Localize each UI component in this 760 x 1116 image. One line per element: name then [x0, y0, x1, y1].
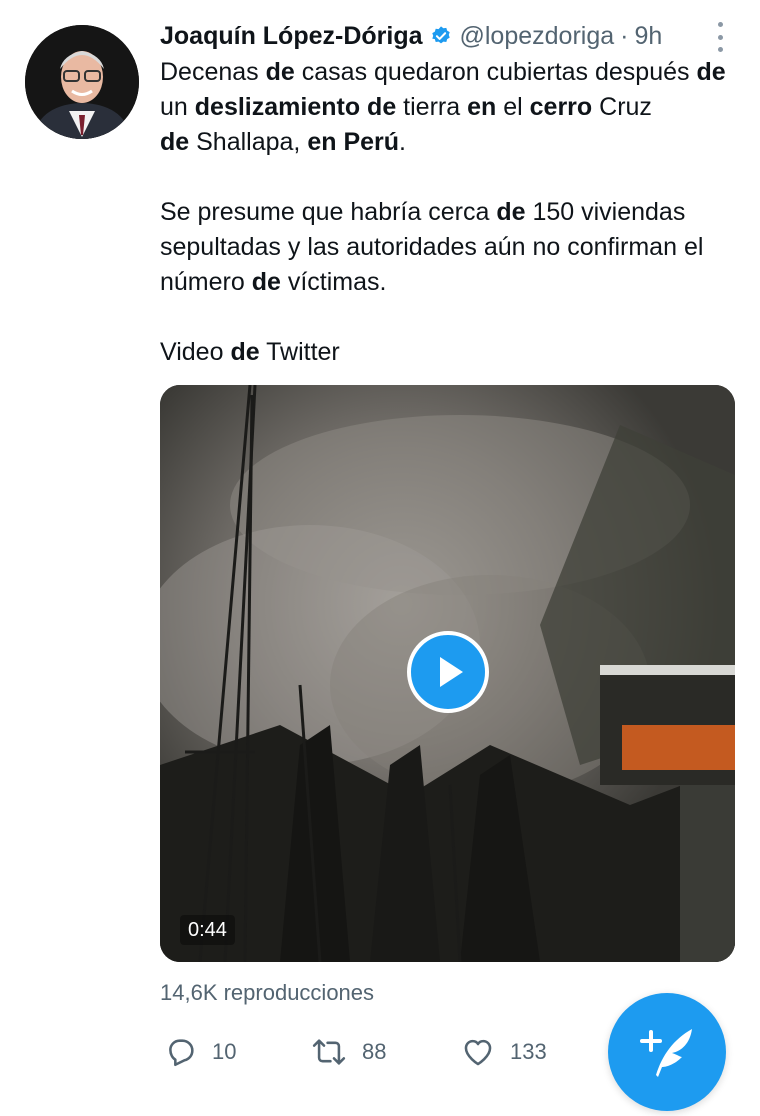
- text-run: Twitter: [259, 338, 340, 366]
- reply-button[interactable]: 10: [164, 1030, 236, 1074]
- heart-icon: [464, 1039, 492, 1066]
- reply-count: 10: [212, 1039, 237, 1064]
- text-run: Video: [160, 338, 231, 366]
- text-run-bold: en: [467, 93, 497, 121]
- text-run-bold: de: [230, 338, 260, 366]
- more-vertical-icon[interactable]: [716, 22, 724, 52]
- text-run: tierra: [396, 93, 468, 121]
- tweet-actions: 10 88 133: [160, 1030, 600, 1074]
- view-count: 14,6K reproducciones: [160, 980, 375, 1005]
- author-avatar[interactable]: [25, 25, 139, 139]
- text-run: Se presume que habría cerca: [160, 198, 497, 226]
- retweet-count: 88: [362, 1039, 387, 1064]
- text-run-bold: de: [160, 128, 190, 156]
- tweet-paragraph-3: Video de Twitter: [160, 335, 740, 370]
- text-run-bold: de: [367, 93, 397, 121]
- author-name[interactable]: Joaquín López-Dóriga: [160, 22, 423, 51]
- text-run: casas quedaron cubiertas después: [294, 58, 697, 86]
- text-run: víctimas.: [280, 268, 387, 296]
- author-photo: [25, 25, 139, 139]
- compose-tweet-button[interactable]: [608, 993, 726, 1111]
- tweet-paragraph-1: Decenas de casas quedaron cubiertas desp…: [160, 55, 740, 160]
- video-duration: 0:44: [180, 915, 235, 945]
- text-run: [360, 93, 367, 121]
- tweet-paragraph-2: Se presume que habría cerca de 150 vivie…: [160, 195, 740, 300]
- like-count: 133: [510, 1039, 547, 1064]
- retweet-button[interactable]: 88: [310, 1030, 386, 1074]
- tweet-text: Decenas de casas quedaron cubiertas desp…: [160, 55, 740, 370]
- author-handle[interactable]: @lopezdoriga: [460, 22, 615, 51]
- like-button[interactable]: 133: [460, 1030, 547, 1074]
- text-run: un: [160, 93, 195, 121]
- text-run-bold: de: [265, 58, 295, 86]
- text-run-bold: cerro: [529, 93, 593, 121]
- text-run-bold: de: [251, 268, 281, 296]
- text-run-bold: de: [696, 58, 726, 86]
- text-run-bold: de: [496, 198, 526, 226]
- text-run-bold: en Perú: [307, 128, 400, 156]
- retweet-icon: [312, 1039, 346, 1065]
- text-run: el: [496, 93, 530, 121]
- tweet-header: Joaquín López-Dóriga @lopezdoriga · 9h: [160, 18, 720, 54]
- text-run-bold: deslizamiento: [194, 93, 361, 121]
- text-run: Shallapa,: [189, 128, 308, 156]
- tweet-timestamp[interactable]: 9h: [634, 22, 662, 51]
- compose-tweet-icon: [640, 1029, 692, 1077]
- play-icon: [440, 657, 463, 687]
- verified-badge-icon: [431, 26, 450, 44]
- text-run: .: [399, 128, 406, 156]
- text-run: Decenas: [160, 58, 266, 86]
- play-button[interactable]: [407, 631, 489, 713]
- header-separator: ·: [620, 21, 629, 50]
- text-run: Cruz: [592, 93, 652, 121]
- reply-icon: [169, 1039, 194, 1067]
